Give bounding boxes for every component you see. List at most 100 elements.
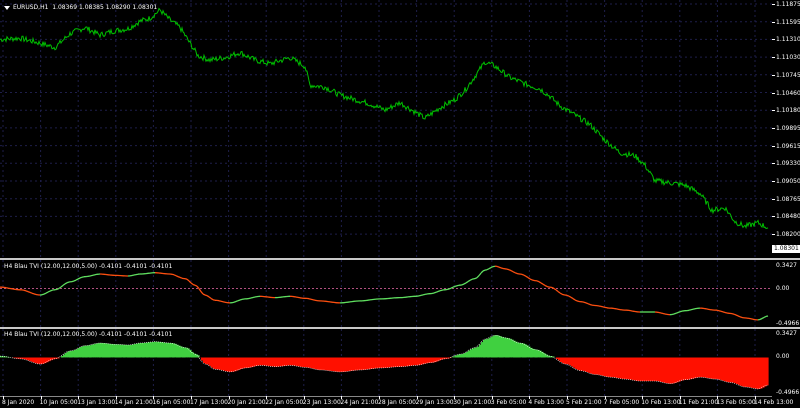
tvi-line-segment (516, 272, 520, 275)
symbol-label: EURUSD,H1 (13, 4, 49, 11)
indicator-1-svg (0, 260, 772, 327)
price-label: 1.08200 (776, 231, 800, 239)
tvi-line-segment (239, 298, 243, 301)
tvi-line-segment (576, 300, 580, 303)
tvi-line-segment (454, 285, 458, 288)
tvi-line-segment (192, 283, 196, 286)
tvi-line-segment (60, 284, 64, 288)
tvi-line-segment (312, 299, 316, 301)
tvi-line-segment (671, 313, 675, 316)
tvi-line-segment (559, 292, 563, 295)
time-label: 13 Feb 05:00 (716, 399, 756, 406)
tvi-line-segment (33, 293, 37, 296)
tvi-line-segment (220, 300, 224, 303)
tvi-line-segment (231, 301, 235, 304)
tvi-line-segment (660, 312, 664, 315)
tvi-line-segment (77, 277, 81, 280)
tvi-line-segment (677, 311, 681, 314)
tvi-line-segment (566, 294, 570, 297)
tvi-line-segment (92, 274, 96, 276)
price-label: 1.10745 (776, 71, 800, 79)
price-label: 1.09895 (776, 124, 800, 132)
tvi-line-segment (737, 315, 741, 318)
tvi-line-segment (431, 292, 435, 295)
time-label: 16 Jan 05:00 (152, 399, 191, 406)
tvi-line-segment (461, 283, 465, 286)
tvi-line-segment (733, 313, 737, 316)
tvi-line-segment (488, 267, 492, 270)
tvi-line-segment (31, 292, 35, 295)
tvi-line-segment (81, 276, 85, 278)
tvi-line-segment (544, 284, 548, 288)
tvi-line-segment (692, 308, 696, 310)
indicator-pane-1[interactable] (0, 260, 772, 327)
tvi-line-segment (739, 316, 743, 319)
indicator-pane-2[interactable] (0, 329, 772, 396)
tvi-line-segment (448, 287, 452, 290)
time-label: 22 Jan 05:00 (265, 399, 304, 406)
tvi-line-segment (310, 298, 314, 301)
tvi-line-segment (490, 266, 494, 269)
time-label: 11 Feb 21:00 (678, 399, 719, 406)
tvi-line-segment (673, 312, 677, 315)
tvi-line-segment (589, 303, 593, 306)
tvi-line-segment (716, 309, 720, 312)
time-label: 3 Feb 05:00 (490, 399, 527, 406)
price-tick (772, 234, 775, 236)
time-label: 28 Jan 05:00 (378, 399, 416, 406)
tvi-line-segment (45, 291, 49, 294)
time-label: 20 Jan 21:00 (227, 399, 266, 406)
tvi-line-segment (551, 286, 555, 290)
tvi-line-segment (250, 296, 254, 299)
tvi-line-segment (675, 311, 679, 314)
tvi-line-segment (175, 275, 179, 278)
indicator-2-title: H4 Blau TVI (12.00,12.00,5.00) -0.4101 -… (4, 331, 173, 338)
tvi-line-segment (23, 289, 27, 292)
tvi-line-segment (718, 310, 722, 312)
tvi-line-segment (206, 295, 210, 298)
tvi-line-segment (546, 285, 550, 288)
tvi-line-segment (658, 311, 662, 314)
price-tick (772, 145, 775, 147)
tvi-line-segment (476, 275, 480, 279)
tvi-line-segment (759, 317, 763, 321)
tvi-line-segment (420, 294, 424, 297)
tvi-line-segment (500, 267, 504, 270)
price-label: 1.11875 (776, 1, 800, 8)
ind1-top-label: 0.3427 (776, 262, 797, 269)
current-price-label: 1.08301 (772, 245, 800, 253)
tvi-line-segment (51, 289, 55, 291)
tvi-line-segment (90, 274, 94, 277)
ind1-zero-label: 0.00 (776, 285, 790, 292)
price-chart-pane[interactable] (0, 0, 772, 258)
tvi-line-segment (204, 294, 208, 297)
tvi-line-segment (679, 310, 683, 313)
tvi-line-segment (557, 290, 561, 294)
tvi-line-segment (521, 273, 525, 276)
price-label: 1.09330 (776, 160, 800, 168)
tvi-line-segment (171, 273, 175, 276)
time-label: 23 Jan 13:00 (302, 399, 341, 406)
price-label: 1.09050 (776, 178, 800, 185)
tvi-line-segment (536, 280, 540, 283)
price-tick (772, 198, 775, 200)
price-tick (772, 92, 775, 94)
price-label: 1.10460 (776, 89, 800, 97)
tvi-line-segment (531, 279, 535, 282)
tvi-line-segment (469, 278, 473, 281)
tvi-line-segment (523, 274, 527, 277)
tvi-line-segment (71, 280, 75, 283)
tvi-line-segment (731, 312, 735, 315)
tvi-line-segment (56, 287, 60, 290)
tvi-line-segment (88, 275, 92, 277)
tvi-line-segment (202, 293, 206, 296)
tvi-line-segment (662, 312, 666, 315)
time-label: 5 Feb 21:00 (566, 399, 602, 406)
time-label: 14 Feb 13:00 (754, 399, 794, 406)
tvi-line-segment (73, 279, 77, 282)
tvi-line-segment (75, 278, 79, 281)
tvi-line-segment (248, 297, 252, 300)
tvi-line-segment (194, 284, 198, 287)
tvi-line-segment (585, 302, 589, 305)
time-label: 30 Jan 21:00 (453, 399, 492, 406)
